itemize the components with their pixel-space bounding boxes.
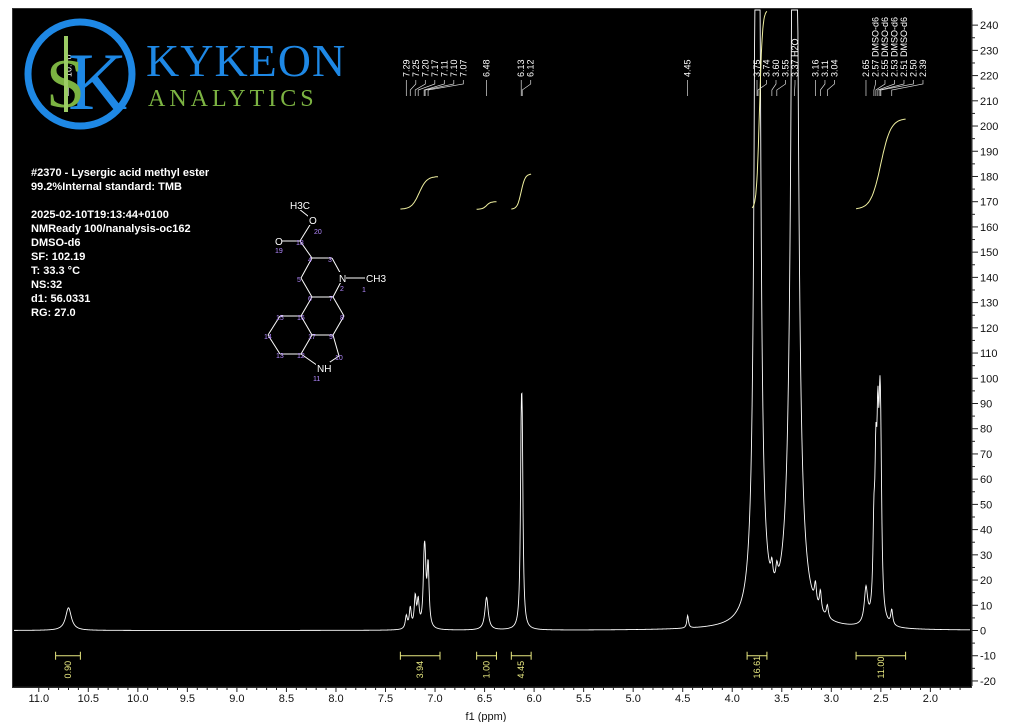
atom-number-label: 8	[340, 315, 344, 322]
atom-number-label: 13	[276, 353, 284, 360]
molecule-bond	[332, 296, 345, 317]
atom-number-label: 4	[308, 257, 312, 264]
atom-number-label: 10	[335, 355, 343, 362]
atom-number-label: 14	[264, 334, 272, 341]
atom-number-label: 6	[308, 296, 312, 303]
atom-number-label: 17	[308, 334, 316, 341]
atom-number-label: 16	[297, 315, 305, 322]
atom-number-label: 15	[276, 315, 284, 322]
atom-number-label: 1	[362, 287, 366, 294]
atom-number-label: 18	[296, 240, 304, 247]
atom-number-label: 7	[329, 296, 333, 303]
atom-symbol-label: NH	[317, 364, 331, 375]
atom-number-label: 3	[328, 257, 332, 264]
nmr-report: 0.90 3.94 1.00 4.45 16.61 11.00 10.70 7.29 7.25 7…	[0, 0, 1028, 722]
atom-symbol-label: CH3	[366, 274, 386, 285]
molecule-structure: H3C20O19O 184 3N2CH3156 7816151413 1217 910NH…	[264, 199, 386, 383]
atom-number-label: 11	[313, 376, 320, 383]
atom-number-label: 9	[329, 334, 333, 341]
atom-number-label: 12	[297, 353, 305, 360]
atom-symbol-label: O	[275, 237, 283, 248]
atom-symbol-label: O	[309, 216, 317, 227]
atom-number-label: 20	[314, 229, 322, 236]
molecule-bond	[300, 277, 313, 298]
atom-number-label: 2	[340, 286, 344, 293]
atom-number-label: 19	[275, 248, 283, 255]
atom-symbol-label: H3C	[290, 201, 310, 212]
atom-number-label: 5	[297, 277, 301, 284]
molecule-bond	[332, 334, 340, 357]
atom-symbol-label: N	[339, 274, 346, 285]
